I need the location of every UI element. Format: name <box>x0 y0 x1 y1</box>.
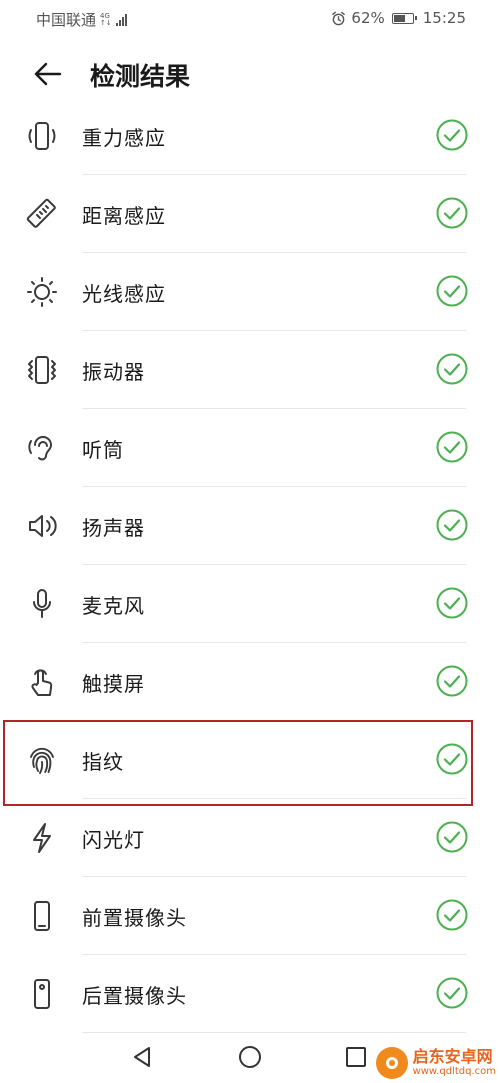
check-circle-icon <box>436 977 468 1009</box>
result-list: 重力感应 距离感应 光线感应 振动器 听筒 扬声器 麦克风 触摸屏 指纹 闪光灯… <box>0 97 500 1033</box>
battery-percent: 62% <box>351 9 385 27</box>
watermark-text: 启东安卓网 www.qdltdq.com <box>413 1048 496 1078</box>
check-circle-icon <box>436 353 468 385</box>
vibration-icon <box>24 352 60 388</box>
list-item-front-camera[interactable]: 前置摄像头 <box>0 877 500 955</box>
carrier-name: 中国联通 <box>36 11 97 29</box>
nav-recents-button[interactable] <box>341 1042 371 1072</box>
list-item-label: 前置摄像头 <box>82 906 187 930</box>
phone-rear-camera-icon <box>24 976 60 1012</box>
nav-home-icon <box>239 1046 261 1068</box>
list-item-label: 距离感应 <box>82 204 166 228</box>
list-item-label: 触摸屏 <box>82 672 145 696</box>
flash-icon <box>24 820 60 856</box>
page-title: 检测结果 <box>90 62 191 91</box>
list-item-light[interactable]: 光线感应 <box>0 253 500 331</box>
list-item-microphone[interactable]: 麦克风 <box>0 565 500 643</box>
watermark-name: 启东安卓网 <box>412 1047 493 1066</box>
list-item-label: 麦克风 <box>82 594 145 618</box>
check-circle-icon <box>436 665 468 697</box>
back-arrow-icon <box>34 62 62 86</box>
nav-recents-icon <box>346 1047 366 1067</box>
check-circle-icon <box>436 821 468 853</box>
list-item-touchscreen[interactable]: 触摸屏 <box>0 643 500 721</box>
list-item-rear-camera[interactable]: 后置摄像头 <box>0 955 500 1033</box>
touch-hand-icon <box>24 664 60 700</box>
list-item-label: 闪光灯 <box>82 828 145 852</box>
speaker-icon <box>24 508 60 544</box>
phone-front-icon <box>24 898 60 934</box>
list-item-label: 扬声器 <box>82 516 145 540</box>
clock: 15:25 <box>422 9 466 27</box>
list-item-label: 听筒 <box>82 438 124 462</box>
check-circle-icon <box>436 587 468 619</box>
status-bar: 中国联通 4G ↑↓ 62% 15:25 <box>0 0 500 36</box>
back-button[interactable] <box>28 54 68 94</box>
nav-home-button[interactable] <box>235 1042 265 1072</box>
network-type: 4G ↑↓ <box>100 12 112 27</box>
list-item-label: 后置摄像头 <box>82 984 187 1008</box>
list-item-label: 光线感应 <box>82 282 166 306</box>
list-item-gravity[interactable]: 重力感应 <box>0 97 500 175</box>
watermark: 启东安卓网 www.qdltdq.com <box>375 1047 496 1079</box>
alarm-icon <box>332 11 346 25</box>
check-circle-icon <box>436 899 468 931</box>
list-item-label: 指纹 <box>82 750 124 774</box>
list-item-speaker[interactable]: 扬声器 <box>0 487 500 565</box>
header: 检测结果 <box>0 44 500 104</box>
nav-back-icon <box>134 1047 150 1067</box>
signal-icon <box>115 13 127 26</box>
list-item-proximity[interactable]: 距离感应 <box>0 175 500 253</box>
watermark-url: www.qdltdq.com <box>412 1066 496 1077</box>
list-item-label: 重力感应 <box>82 126 166 150</box>
check-circle-icon <box>436 509 468 541</box>
battery-level <box>393 14 405 22</box>
status-right: 62% 15:25 <box>331 9 466 27</box>
list-item-flashlight[interactable]: 闪光灯 <box>0 799 500 877</box>
network-activity: ↑↓ <box>100 18 112 27</box>
battery-icon <box>391 12 417 24</box>
ruler-icon <box>24 196 60 232</box>
check-circle-icon <box>436 275 468 307</box>
watermark-logo <box>375 1047 408 1079</box>
nav-back-button[interactable] <box>127 1042 157 1072</box>
check-circle-icon <box>436 197 468 229</box>
gravity-phone-icon <box>24 118 60 154</box>
sun-icon <box>24 274 60 310</box>
list-item-fingerprint[interactable]: 指纹 <box>0 721 500 799</box>
status-left: 中国联通 4G ↑↓ <box>36 9 127 30</box>
list-item-vibrator[interactable]: 振动器 <box>0 331 500 409</box>
microphone-icon <box>24 586 60 622</box>
ear-icon <box>24 430 60 466</box>
list-item-label: 振动器 <box>82 360 145 384</box>
fingerprint-icon <box>24 742 60 778</box>
check-circle-icon <box>436 119 468 151</box>
check-circle-icon <box>436 431 468 463</box>
list-item-earpiece[interactable]: 听筒 <box>0 409 500 487</box>
check-circle-icon <box>436 743 468 775</box>
